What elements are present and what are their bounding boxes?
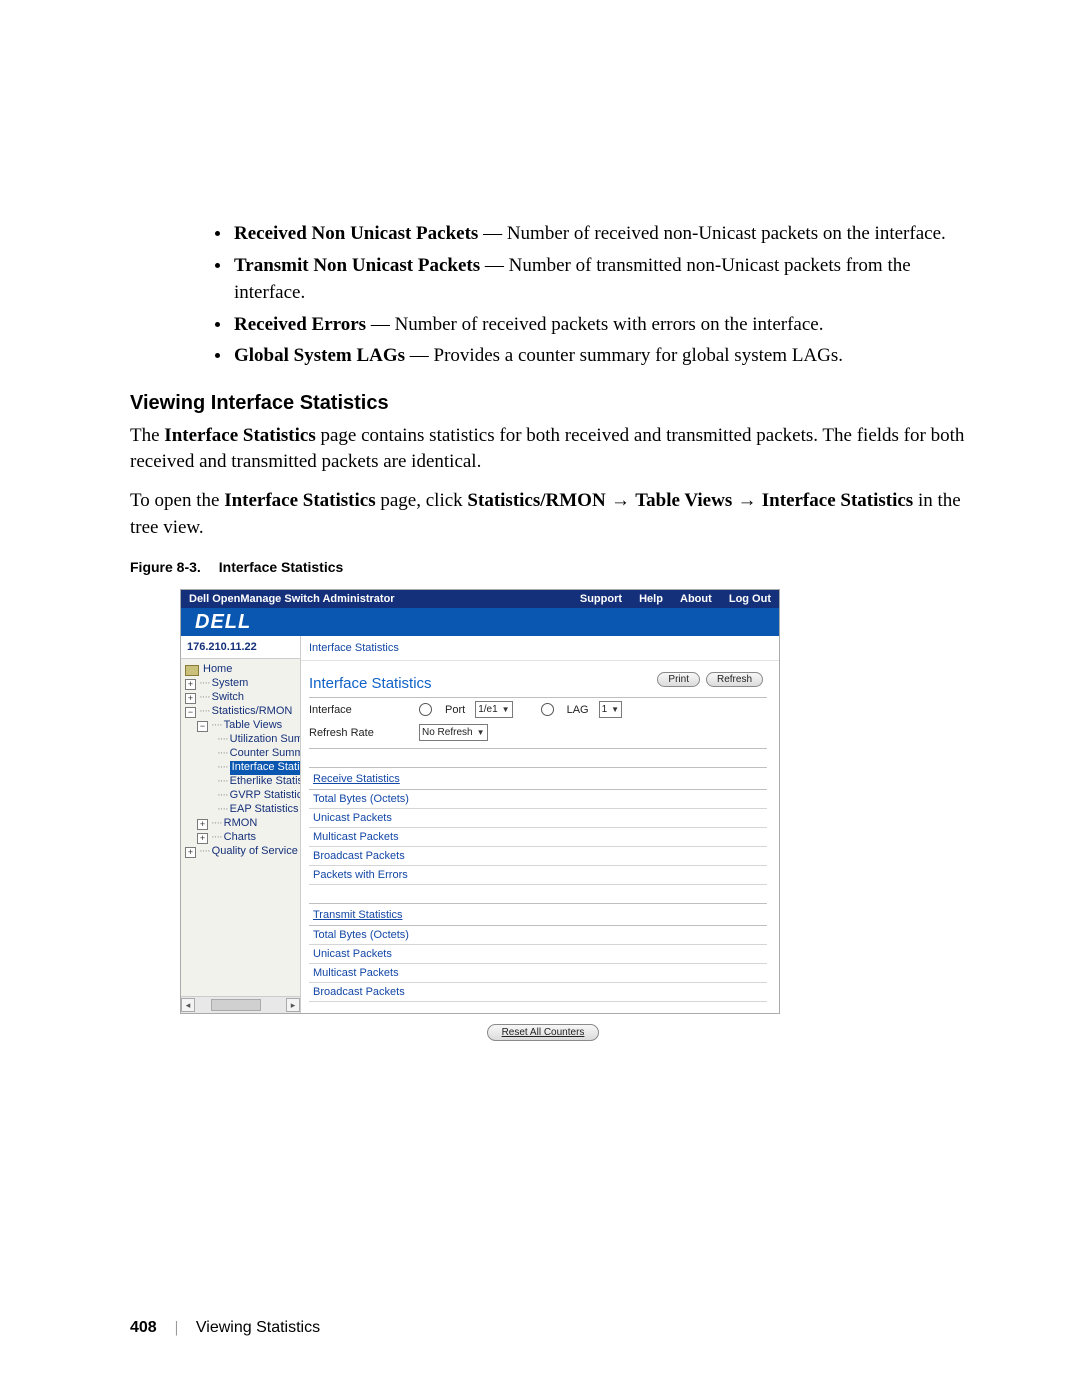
refresh-rate-select[interactable]: No Refresh▼ [419,724,488,741]
receive-stats-header: Receive Statistics [309,768,767,790]
bullet-list: Received Non Unicast Packets — Number of… [158,220,970,370]
horizontal-scrollbar[interactable]: ◂ ▸ [181,996,300,1013]
list-item: Received Errors — Number of received pac… [232,311,970,339]
list-item: Global System LAGs — Provides a counter … [232,342,970,370]
table-row: Broadcast Packets [309,983,767,1002]
tree-statistics[interactable]: Statistics/RMON [212,705,293,719]
paragraph: The Interface Statistics page contains s… [130,423,970,476]
footer-divider: | [175,1319,178,1337]
expand-icon[interactable]: + [197,833,208,844]
list-item: Transmit Non Unicast Packets — Number of… [232,252,970,307]
tree-home[interactable]: Home [203,663,232,677]
dell-logo: DELL [195,611,251,634]
tree-interface-statistics[interactable]: Interface Statist [230,761,301,775]
scroll-left-icon[interactable]: ◂ [181,998,195,1012]
expand-icon[interactable]: + [185,679,196,690]
table-row: Total Bytes (Octets) [309,790,767,809]
chevron-down-icon: ▼ [611,702,619,717]
tree-charts[interactable]: Charts [224,831,256,845]
port-label: Port [445,704,465,716]
page-number: 408 [130,1319,157,1337]
footer-title: Viewing Statistics [196,1319,320,1337]
print-button[interactable]: Print [657,672,700,687]
tree-gvrp[interactable]: GVRP Statistics [230,789,301,803]
device-ip: 176.210.11.22 [181,636,300,659]
tree-qos[interactable]: Quality of Service [212,845,298,859]
tree-system[interactable]: System [212,677,249,691]
brand-bar: DELL [181,608,779,636]
table-row: Unicast Packets [309,945,767,964]
expand-icon[interactable]: + [185,693,196,704]
nav-tree[interactable]: Home +····System +····Switch −····Statis… [181,659,300,861]
nav-help[interactable]: Help [639,593,663,605]
figure-caption: Figure 8-3.Interface Statistics [130,559,970,575]
refresh-rate-label: Refresh Rate [309,727,409,739]
lag-label: LAG [567,704,589,716]
section-heading: Viewing Interface Statistics [130,392,970,415]
scroll-thumb[interactable] [211,999,261,1011]
folder-icon [185,665,199,676]
expand-icon[interactable]: + [185,847,196,858]
interface-label: Interface [309,704,409,716]
chevron-down-icon: ▼ [502,702,510,717]
receive-stats-table: Receive Statistics Total Bytes (Octets) … [309,767,767,885]
tree-utilization[interactable]: Utilization Summ [230,733,301,747]
tree-eap[interactable]: EAP Statistics [230,803,299,817]
lag-radio[interactable] [541,703,554,716]
tree-rmon[interactable]: RMON [224,817,258,831]
table-row: Multicast Packets [309,828,767,847]
lag-select[interactable]: 1▼ [599,701,622,718]
page-footer: 408 | Viewing Statistics [130,1319,320,1337]
reset-counters-button[interactable]: Reset All Counters [487,1024,600,1041]
topnav: Support Help About Log Out [566,593,771,605]
refresh-button[interactable]: Refresh [706,672,763,687]
table-row: Broadcast Packets [309,847,767,866]
port-select[interactable]: 1/e1▼ [475,701,512,718]
paragraph: To open the Interface Statistics page, c… [130,488,970,541]
window-titlebar: Dell OpenManage Switch Administrator Sup… [181,590,779,608]
table-row: Packets with Errors [309,866,767,885]
table-row: Total Bytes (Octets) [309,926,767,945]
tree-counter[interactable]: Counter Summar [230,747,301,761]
table-row: Multicast Packets [309,964,767,983]
nav-support[interactable]: Support [580,593,622,605]
scroll-right-icon[interactable]: ▸ [286,998,300,1012]
chevron-down-icon: ▼ [477,725,485,740]
collapse-icon[interactable]: − [185,707,196,718]
nav-logout[interactable]: Log Out [729,593,771,605]
transmit-stats-header: Transmit Statistics [309,904,767,926]
collapse-icon[interactable]: − [197,721,208,732]
breadcrumb: Interface Statistics [301,636,779,661]
tree-etherlike[interactable]: Etherlike Statistic [230,775,301,789]
expand-icon[interactable]: + [197,819,208,830]
window-title: Dell OpenManage Switch Administrator [189,593,395,605]
nav-about[interactable]: About [680,593,712,605]
list-item: Received Non Unicast Packets — Number of… [232,220,970,248]
tree-switch[interactable]: Switch [212,691,244,705]
table-row: Unicast Packets [309,809,767,828]
transmit-stats-table: Transmit Statistics Total Bytes (Octets)… [309,903,767,1002]
screenshot: Dell OpenManage Switch Administrator Sup… [180,589,780,1014]
port-radio[interactable] [419,703,432,716]
sidebar: 176.210.11.22 Home +····System +····Swit… [181,636,301,1013]
tree-table-views[interactable]: Table Views [224,719,283,733]
content-pane: Interface Statistics Interface Statistic… [301,636,779,1013]
